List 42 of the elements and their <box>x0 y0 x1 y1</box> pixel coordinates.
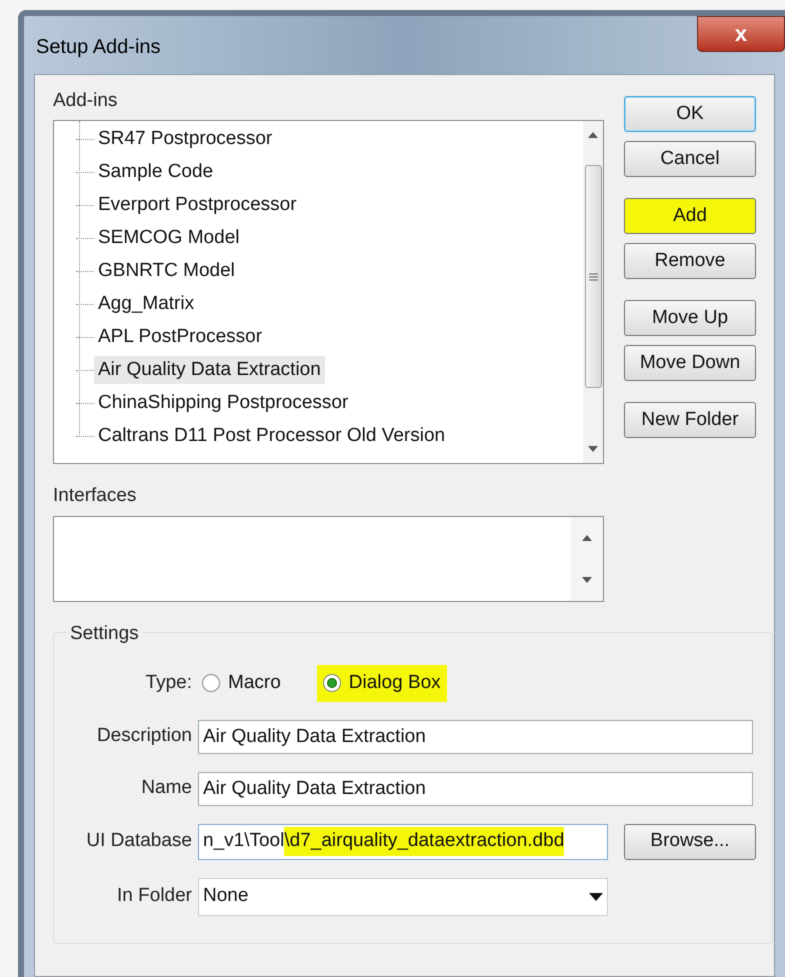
tree-item[interactable]: Agg_Matrix <box>94 290 198 318</box>
tree-item[interactable]: Air Quality Data Extraction <box>94 356 325 384</box>
radio-option[interactable]: Macro <box>196 665 287 702</box>
dialog-button[interactable]: Add <box>624 198 756 234</box>
close-button[interactable]: x <box>697 16 785 52</box>
radio-option[interactable]: Dialog Box <box>316 665 447 702</box>
dropdown[interactable]: None <box>198 878 608 916</box>
text-field[interactable]: n_v1\Tool\d7_airquality_dataextraction.dbd <box>198 824 608 860</box>
tree-item[interactable]: SEMCOG Model <box>94 224 244 252</box>
section-label: Interfaces <box>53 484 138 508</box>
scrollbar[interactable] <box>571 517 603 601</box>
field-label: UI Database <box>85 829 192 854</box>
grip-icon <box>588 272 598 280</box>
text-field[interactable]: Air Quality Data Extraction <box>198 720 753 754</box>
scroll-up-icon[interactable] <box>581 534 593 542</box>
tree-item[interactable]: SR47 Postprocessor <box>94 124 276 154</box>
tree-item[interactable]: ChinaShipping Postprocessor <box>94 388 352 418</box>
dialog-button[interactable]: Move Down <box>624 345 756 381</box>
text-field[interactable]: Air Quality Data Extraction <box>198 772 753 806</box>
scroll-up-icon[interactable] <box>587 130 599 138</box>
tree-item[interactable]: Sample Code <box>94 158 218 186</box>
field-label: Type: <box>144 671 192 695</box>
dropdown-arrow-icon <box>589 892 603 900</box>
dialog-button[interactable]: Cancel <box>624 141 756 177</box>
scroll-down-icon[interactable] <box>581 576 593 584</box>
dialog-button[interactable]: Remove <box>624 243 756 279</box>
field-label: Description <box>96 724 192 748</box>
dialog-button[interactable]: OK <box>624 96 756 132</box>
scroll-down-icon[interactable] <box>587 444 599 452</box>
tree-item[interactable]: Caltrans D11 Post Processor Old Version <box>94 422 450 450</box>
tree-item[interactable]: Everport Postprocessor <box>94 190 301 220</box>
tree-item[interactable]: GBNRTC Model <box>94 256 239 286</box>
window-title: Setup Add-ins <box>36 35 161 60</box>
browse-button[interactable]: Browse... <box>624 824 756 860</box>
scroll-thumb[interactable] <box>584 165 602 388</box>
tree-item[interactable]: APL PostProcessor <box>94 322 266 352</box>
field-label: Name <box>140 776 192 800</box>
scrollbar[interactable] <box>583 120 603 462</box>
section-label: Add-ins <box>53 89 118 113</box>
dialog-button[interactable]: Move Up <box>624 300 756 336</box>
field-label: In Folder <box>116 884 192 908</box>
dialog-button[interactable]: New Folder <box>624 402 756 438</box>
